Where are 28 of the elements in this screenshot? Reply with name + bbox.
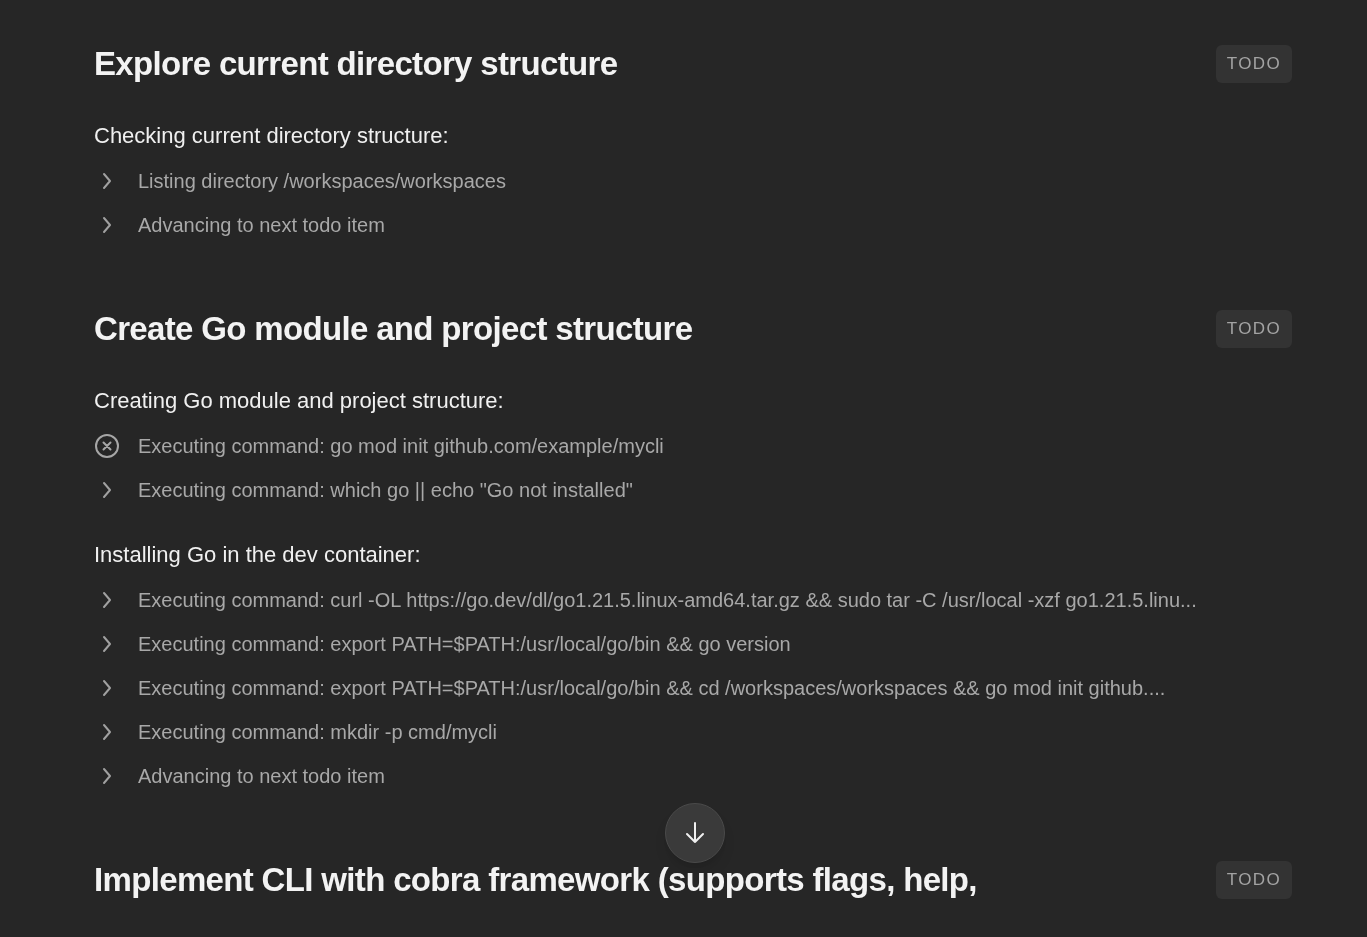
chevron-right-icon[interactable] xyxy=(102,679,112,697)
section-title: Create Go module and project structure xyxy=(94,309,693,349)
step-text: Executing command: export PATH=$PATH:/usr/local/go/bin && cd /workspaces/workspaces && go mod init github.... xyxy=(138,676,1166,701)
chevron-right-icon[interactable] xyxy=(102,481,112,499)
step-text: Advancing to next todo item xyxy=(138,213,385,238)
error-circle-icon xyxy=(94,433,120,459)
step-text: Advancing to next todo item xyxy=(138,764,385,789)
step-text: Executing command: which go || echo "Go not installed" xyxy=(138,478,633,503)
step-text: Executing command: mkdir -p cmd/mycli xyxy=(138,720,497,745)
chevron-right-icon[interactable] xyxy=(102,635,112,653)
group-heading: Creating Go module and project structure: xyxy=(94,387,504,415)
section-title: Implement CLI with cobra framework (supports flags, help, xyxy=(94,860,977,900)
section-title: Explore current directory structure xyxy=(94,44,618,84)
group-heading: Checking current directory structure: xyxy=(94,122,449,150)
chevron-right-icon[interactable] xyxy=(102,767,112,785)
step-text: Executing command: export PATH=$PATH:/usr/local/go/bin && go version xyxy=(138,632,791,657)
step-text: Listing directory /workspaces/workspaces xyxy=(138,169,506,194)
status-badge: TODO xyxy=(1215,861,1292,899)
group-heading: Installing Go in the dev container: xyxy=(94,541,421,569)
step-text: Executing command: go mod init github.com/example/mycli xyxy=(138,434,664,459)
chevron-right-icon[interactable] xyxy=(102,216,112,234)
status-badge: TODO xyxy=(1215,45,1292,83)
status-badge: TODO xyxy=(1215,310,1292,348)
step-text: Executing command: curl -OL https://go.dev/dl/go1.21.5.linux-amd64.tar.gz && sudo tar -C /usr/local -xzf go1.21.5.linu... xyxy=(138,588,1197,613)
arrow-down-icon xyxy=(684,821,706,845)
chevron-right-icon[interactable] xyxy=(102,172,112,190)
chevron-right-icon[interactable] xyxy=(102,723,112,741)
chevron-right-icon[interactable] xyxy=(102,591,112,609)
